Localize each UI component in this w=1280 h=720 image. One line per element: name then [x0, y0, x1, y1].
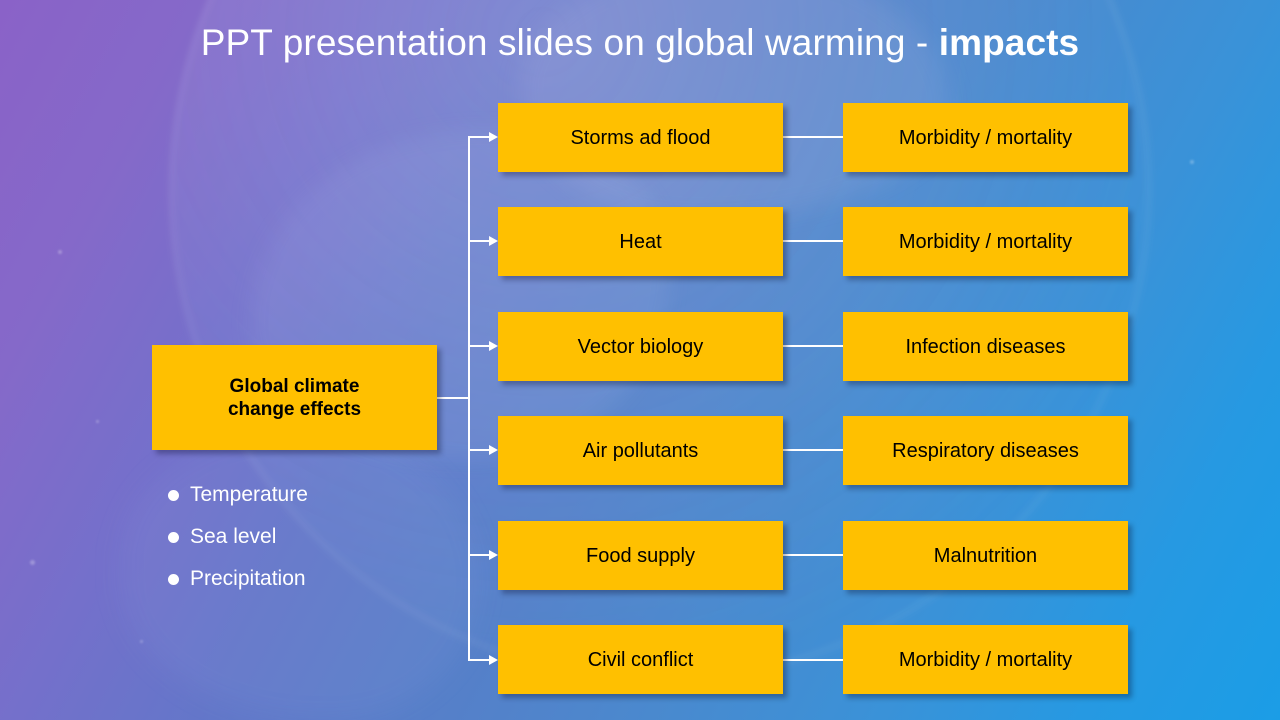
node-effect-5-label: Malnutrition [933, 544, 1038, 567]
node-root-label-line2: change effects [227, 398, 362, 420]
bullet-dot-icon [168, 531, 179, 543]
arrow-head-icon [489, 550, 498, 560]
slide-title: PPT presentation slides on global warmin… [0, 20, 1280, 66]
bullet-item-temperature-label: Temperature [190, 483, 308, 506]
node-cause-4-label: Air pollutants [582, 439, 699, 462]
node-cause-6-label: Civil conflict [587, 648, 694, 671]
connector-cause-effect-2 [783, 240, 843, 242]
node-cause-5[interactable]: Food supply [498, 521, 783, 590]
bullet-item-precipitation: Precipitation [168, 558, 468, 600]
node-cause-3[interactable]: Vector biology [498, 312, 783, 381]
node-effect-6-label: Morbidity / mortality [898, 648, 1073, 671]
bullet-item-temperature: Temperature [168, 474, 468, 516]
node-root-label: Global climate change effects [228, 375, 361, 421]
node-cause-1-label: Storms ad flood [570, 126, 711, 149]
connector-cause-effect-6 [783, 659, 843, 661]
node-cause-2[interactable]: Heat [498, 207, 783, 276]
connector-cause-effect-3 [783, 345, 843, 347]
node-root-global-climate-change-effects[interactable]: Global climate change effects [152, 345, 437, 450]
node-root-label-line1: Global climate [229, 375, 360, 397]
slide-title-accent: impacts [938, 22, 1080, 63]
arrow-head-icon [489, 445, 498, 455]
bullet-item-sea-level-label: Sea level [190, 525, 277, 548]
node-cause-4[interactable]: Air pollutants [498, 416, 783, 485]
star-speck [96, 420, 99, 423]
connector-root-to-trunk [437, 397, 470, 399]
bullet-list: Temperature Sea level Precipitation [168, 474, 468, 600]
node-effect-2[interactable]: Morbidity / mortality [843, 207, 1128, 276]
arrow-head-icon [489, 236, 498, 246]
node-cause-3-label: Vector biology [577, 335, 704, 358]
node-effect-6[interactable]: Morbidity / mortality [843, 625, 1128, 694]
bullet-item-sea-level: Sea level [168, 516, 468, 558]
node-cause-2-label: Heat [619, 230, 662, 253]
node-effect-3-label: Infection diseases [905, 335, 1066, 358]
star-speck [30, 560, 35, 565]
connector-cause-effect-4 [783, 449, 843, 451]
star-speck [140, 640, 143, 643]
bullet-dot-icon [168, 489, 179, 501]
node-effect-3[interactable]: Infection diseases [843, 312, 1128, 381]
presentation-slide: PPT presentation slides on global warmin… [0, 0, 1280, 720]
node-effect-1[interactable]: Morbidity / mortality [843, 103, 1128, 172]
bullet-dot-icon [168, 573, 179, 585]
connector-cause-effect-1 [783, 136, 843, 138]
node-effect-4-label: Respiratory diseases [892, 439, 1079, 462]
node-effect-4[interactable]: Respiratory diseases [843, 416, 1128, 485]
node-cause-6[interactable]: Civil conflict [498, 625, 783, 694]
star-speck [58, 250, 62, 254]
arrow-head-icon [489, 655, 498, 665]
node-effect-5[interactable]: Malnutrition [843, 521, 1128, 590]
connector-cause-effect-5 [783, 554, 843, 556]
node-effect-2-label: Morbidity / mortality [898, 230, 1073, 253]
connector-trunk [468, 137, 470, 661]
star-speck [1190, 160, 1194, 164]
slide-title-main: PPT presentation slides on global warmin… [200, 22, 939, 63]
node-effect-1-label: Morbidity / mortality [898, 126, 1073, 149]
arrow-head-icon [489, 132, 498, 142]
bullet-item-precipitation-label: Precipitation [190, 567, 306, 590]
arrow-head-icon [489, 341, 498, 351]
node-cause-1[interactable]: Storms ad flood [498, 103, 783, 172]
node-cause-5-label: Food supply [586, 544, 695, 567]
